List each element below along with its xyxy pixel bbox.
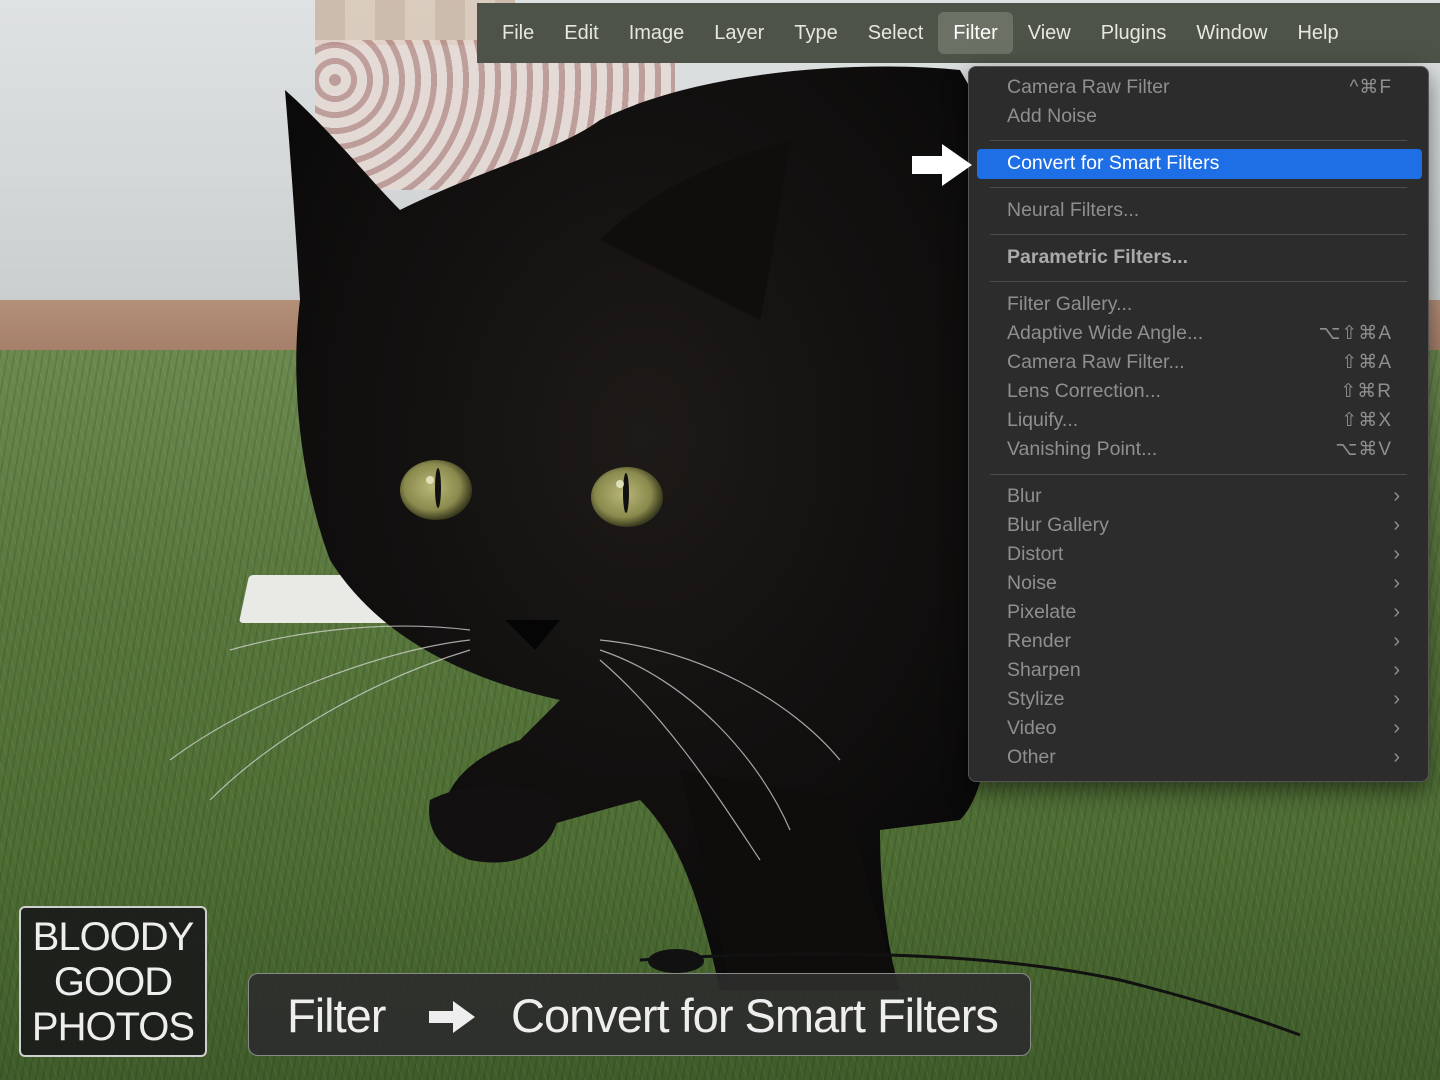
- menu-image[interactable]: Image: [614, 12, 700, 54]
- menu-type[interactable]: Type: [779, 12, 852, 54]
- menu-item-label: Other: [1007, 746, 1056, 768]
- menu-item-label: Noise: [1007, 572, 1057, 594]
- shortcut-label: ⇧⌘A: [1341, 352, 1392, 373]
- logo-line-1: BLOODY: [32, 915, 195, 959]
- menu-item-label: Lens Correction...: [1007, 380, 1161, 402]
- menu-item-label: Parametric Filters...: [1007, 246, 1189, 268]
- menu-item-label: Camera Raw Filter...: [1007, 351, 1185, 373]
- chevron-right-icon: ›: [1393, 630, 1400, 652]
- bloody-good-photos-logo: BLOODY GOOD PHOTOS: [19, 906, 207, 1057]
- chevron-right-icon: ›: [1393, 543, 1400, 565]
- shortcut-label: ⌥⇧⌘A: [1318, 323, 1392, 344]
- menu-item-blur-gallery[interactable]: Blur Gallery ›: [977, 511, 1422, 540]
- menu-layer[interactable]: Layer: [699, 12, 779, 54]
- shortcut-label: ⇧⌘R: [1340, 381, 1392, 402]
- chevron-right-icon: ›: [1393, 514, 1400, 536]
- menu-item-label: Pixelate: [1007, 601, 1077, 623]
- menu-item-convert-for-smart-filters[interactable]: Convert for Smart Filters: [977, 149, 1422, 179]
- menu-item-label: Stylize: [1007, 688, 1065, 710]
- menu-item-other[interactable]: Other ›: [977, 743, 1422, 772]
- caption-filter-text: Filter: [287, 989, 386, 1042]
- menu-item-adaptive-wide-angle[interactable]: Adaptive Wide Angle... ⌥⇧⌘A: [977, 319, 1422, 348]
- menu-help[interactable]: Help: [1282, 12, 1353, 54]
- chevron-right-icon: ›: [1393, 717, 1400, 739]
- menu-item-lens-correction[interactable]: Lens Correction... ⇧⌘R: [977, 377, 1422, 406]
- menu-item-camera-raw-filter-last[interactable]: Camera Raw Filter ^⌘F: [977, 73, 1422, 102]
- shortcut-label: ⇧⌘X: [1341, 410, 1392, 431]
- menu-item-noise[interactable]: Noise ›: [977, 569, 1422, 598]
- menu-item-label: Render: [1007, 630, 1071, 652]
- menu-item-stylize[interactable]: Stylize ›: [977, 685, 1422, 714]
- menu-select[interactable]: Select: [853, 12, 939, 54]
- menu-item-liquify[interactable]: Liquify... ⇧⌘X: [977, 406, 1422, 435]
- menu-item-neural-filters[interactable]: Neural Filters...: [977, 196, 1422, 225]
- menu-separator: [990, 234, 1407, 235]
- chevron-right-icon: ›: [1393, 601, 1400, 623]
- shortcut-label: ⌥⌘V: [1335, 439, 1392, 460]
- chevron-right-icon: ›: [1393, 688, 1400, 710]
- menu-item-label: Sharpen: [1007, 659, 1081, 681]
- menu-edit[interactable]: Edit: [549, 12, 613, 54]
- menu-item-vanishing-point[interactable]: Vanishing Point... ⌥⌘V: [977, 435, 1422, 464]
- menu-separator: [990, 140, 1407, 141]
- menu-window[interactable]: Window: [1181, 12, 1282, 54]
- menu-item-label: Neural Filters...: [1007, 199, 1140, 221]
- right-arrow-icon: [429, 1001, 475, 1033]
- menu-item-label: Convert for Smart Filters: [1007, 152, 1220, 174]
- menu-item-camera-raw-filter[interactable]: Camera Raw Filter... ⇧⌘A: [977, 348, 1422, 377]
- menu-item-label: Add Noise: [1007, 105, 1097, 127]
- right-arrow-icon: [912, 144, 972, 186]
- menu-item-label: Blur Gallery: [1007, 514, 1109, 536]
- menu-item-sharpen[interactable]: Sharpen ›: [977, 656, 1422, 685]
- menu-item-label: Adaptive Wide Angle...: [1007, 322, 1204, 344]
- menu-item-filter-gallery[interactable]: Filter Gallery...: [977, 290, 1422, 319]
- chevron-right-icon: ›: [1393, 746, 1400, 768]
- menu-item-video[interactable]: Video ›: [977, 714, 1422, 743]
- menu-item-add-noise[interactable]: Add Noise: [977, 102, 1422, 131]
- menu-item-pixelate[interactable]: Pixelate ›: [977, 598, 1422, 627]
- menu-item-label: Video: [1007, 717, 1057, 739]
- menu-item-label: Camera Raw Filter: [1007, 76, 1170, 98]
- menu-item-label: Vanishing Point...: [1007, 438, 1158, 460]
- menu-plugins[interactable]: Plugins: [1086, 12, 1182, 54]
- menu-item-label: Blur: [1007, 485, 1042, 507]
- logo-line-2: GOOD: [53, 960, 173, 1004]
- menu-separator: [990, 281, 1407, 282]
- caption-bar: Filter Convert for Smart Filters: [248, 973, 1031, 1056]
- menu-item-label: Liquify...: [1007, 409, 1079, 431]
- chevron-right-icon: ›: [1393, 572, 1400, 594]
- menu-item-blur[interactable]: Blur ›: [977, 482, 1422, 511]
- menu-filter[interactable]: Filter: [938, 12, 1013, 54]
- shortcut-label: ^⌘F: [1349, 77, 1392, 98]
- logo-line-3: PHOTOS: [31, 1005, 195, 1049]
- menu-item-label: Distort: [1007, 543, 1064, 565]
- menu-separator: [990, 474, 1407, 475]
- caption-command-text: Convert for Smart Filters: [511, 989, 999, 1042]
- menu-item-label: Filter Gallery...: [1007, 293, 1133, 315]
- menu-item-distort[interactable]: Distort ›: [977, 540, 1422, 569]
- menu-item-render[interactable]: Render ›: [977, 627, 1422, 656]
- chevron-right-icon: ›: [1393, 485, 1400, 507]
- menu-item-parametric-filters[interactable]: Parametric Filters...: [977, 243, 1422, 272]
- chevron-right-icon: ›: [1393, 659, 1400, 681]
- menu-bar: File Edit Image Layer Type Select Filter…: [477, 3, 1440, 63]
- filter-menu-dropdown: Camera Raw Filter ^⌘F Add Noise Convert …: [968, 66, 1429, 782]
- menu-separator: [990, 187, 1407, 188]
- menu-file[interactable]: File: [487, 12, 549, 54]
- menu-view[interactable]: View: [1013, 12, 1086, 54]
